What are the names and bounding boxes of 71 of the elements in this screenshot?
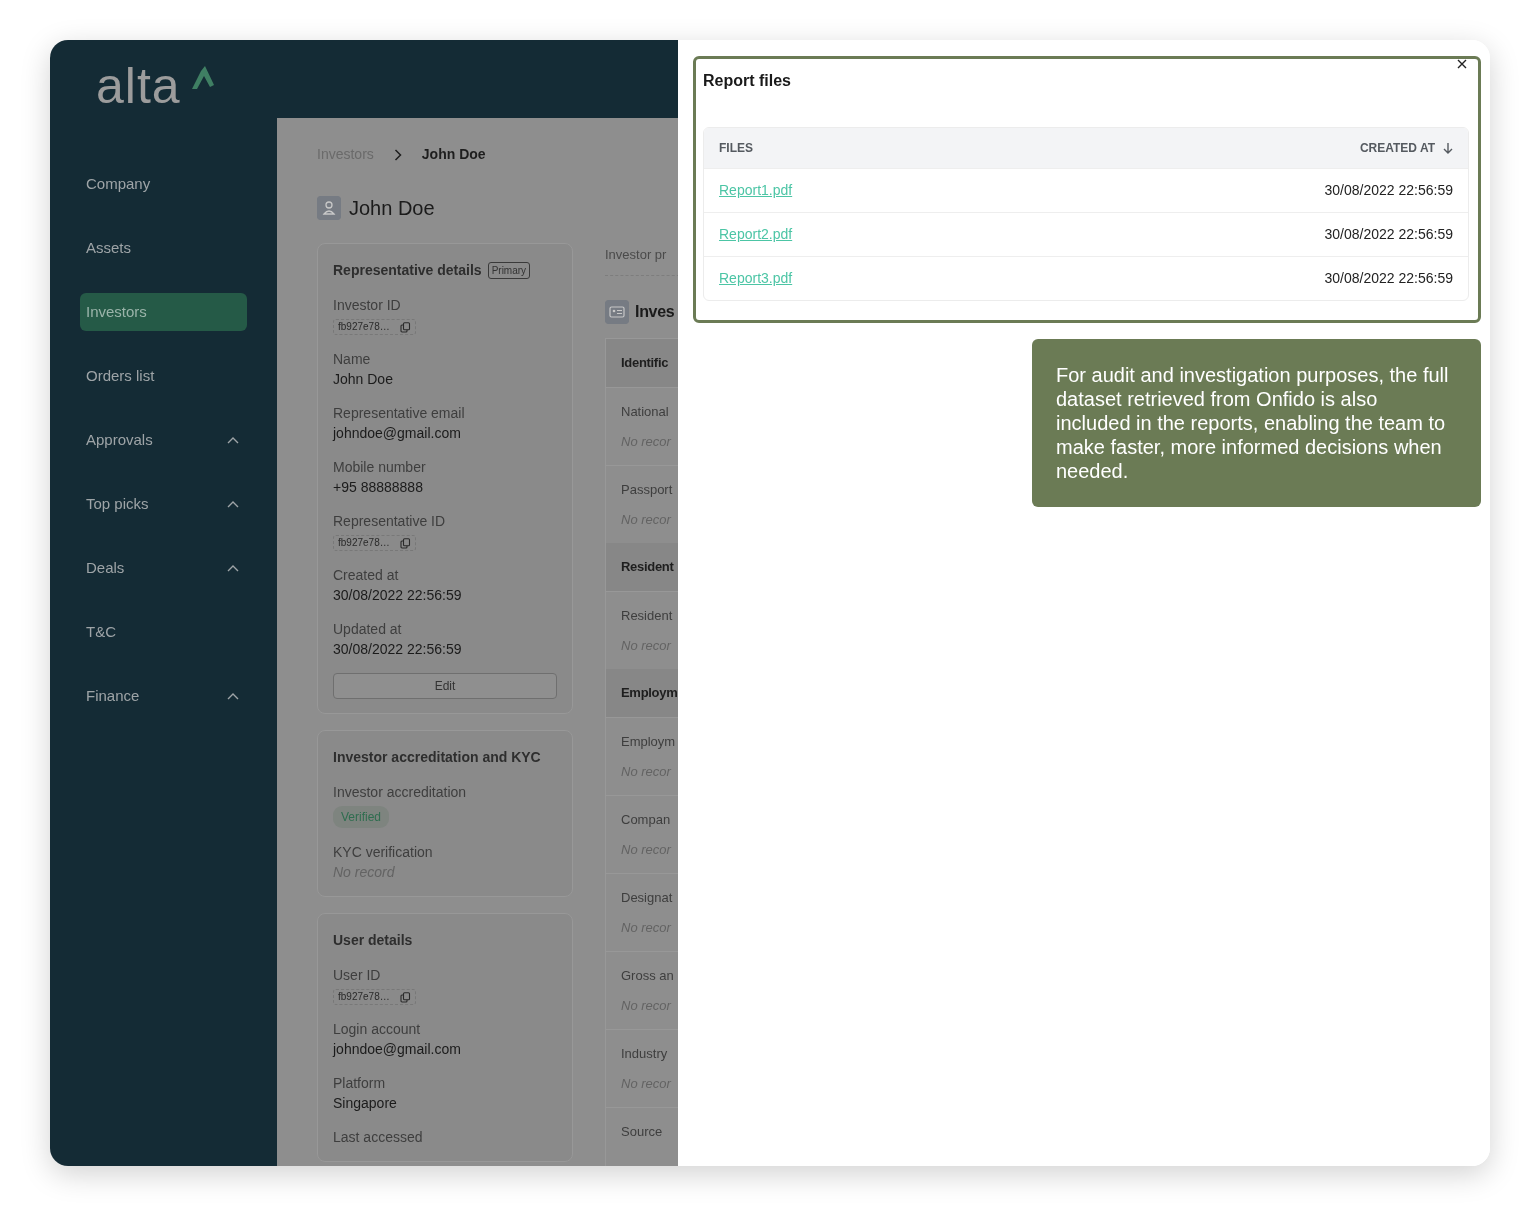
field-value: johndoe@gmail.com xyxy=(333,1041,461,1057)
field-label: Last accessed xyxy=(333,1128,424,1147)
field-label: Gross an xyxy=(621,966,675,985)
id-chip[interactable]: fb927e78… xyxy=(333,989,416,1005)
nav-item[interactable]: Deals xyxy=(80,549,247,587)
field-value: Singapore xyxy=(333,1095,397,1111)
field-value: +95 88888888 xyxy=(333,479,423,495)
chevron-up-icon xyxy=(227,692,239,700)
group-heading: Identific xyxy=(606,338,678,387)
column-header[interactable]: FILES xyxy=(719,139,753,157)
table-cell-text: 30/08/2022 22:56:59 xyxy=(1324,225,1453,244)
id-chip[interactable]: fb927e78… xyxy=(333,535,416,551)
field-label: Name xyxy=(333,350,372,369)
field-value: 30/08/2022 22:56:59 xyxy=(333,641,462,657)
callout-note: For audit and investigation purposes, the full dataset retrieved from Onfido is also included in the reports, enabling the team to make faster, more informed decisions when needed. xyxy=(1032,339,1481,507)
edit-button[interactable]: Edit xyxy=(333,673,557,699)
field-value: 30/08/2022 22:56:59 xyxy=(333,587,462,603)
field-value: johndoe@gmail.com xyxy=(333,425,461,441)
field-label: Investor ID xyxy=(333,296,402,315)
field-label: Login account xyxy=(333,1020,422,1039)
chevron-up-icon xyxy=(227,564,239,572)
nav-item[interactable]: T&C xyxy=(80,613,247,651)
nav-item[interactable]: Assets xyxy=(80,229,247,267)
chevron-up-icon xyxy=(227,500,239,508)
field-label: Industry xyxy=(621,1044,669,1063)
field-label: Compan xyxy=(621,810,672,829)
field-label: Resident xyxy=(621,606,674,625)
field-label: Representative email xyxy=(333,404,466,423)
field-label: Mobile number xyxy=(333,458,427,477)
section-title: Inves xyxy=(635,301,675,322)
sort-down-icon xyxy=(1443,142,1453,154)
nav-item[interactable]: Orders list xyxy=(80,357,247,395)
nav-item[interactable]: Company xyxy=(80,165,247,203)
logo-text: alta xyxy=(96,60,181,112)
field-label: Source xyxy=(621,1122,664,1141)
nav-item[interactable]: Approvals xyxy=(80,421,247,459)
page-title: John Doe xyxy=(349,196,435,221)
group-heading: Resident xyxy=(606,542,678,591)
field-label: Employm xyxy=(621,732,677,751)
nav-item[interactable]: Investors xyxy=(80,293,247,331)
field-label: Designat xyxy=(621,888,674,907)
field-label: Platform xyxy=(333,1074,387,1093)
nav-item[interactable]: Finance xyxy=(80,677,247,715)
card-title: Representative details xyxy=(333,261,482,280)
column-header[interactable]: CREATED AT xyxy=(1359,139,1453,157)
group-heading: Employm xyxy=(606,668,678,717)
id-chip[interactable]: fb927e78… xyxy=(333,319,416,335)
field-label: Representative ID xyxy=(333,512,447,531)
field-label: Investor accreditation xyxy=(333,783,468,802)
field-label: Updated at xyxy=(333,620,403,639)
chevron-right-icon xyxy=(393,148,402,161)
copy-icon[interactable] xyxy=(399,321,411,333)
field-label: User ID xyxy=(333,966,382,985)
status-tag: Verified xyxy=(333,806,390,828)
chevron-up-icon xyxy=(227,436,239,444)
card-title: User details xyxy=(333,931,413,950)
breadcrumb-current: John Doe xyxy=(421,145,486,164)
close-button[interactable] xyxy=(1456,58,1468,70)
primary-tag: Primary xyxy=(487,262,531,279)
card-title: Investor accreditation and KYC xyxy=(333,748,541,767)
table-cell-text: 30/08/2022 22:56:59 xyxy=(1324,181,1453,200)
panel-title: Report files xyxy=(703,71,792,91)
field-label: Passport xyxy=(621,480,674,499)
field-value: John Doe xyxy=(333,371,393,387)
field-label: KYC verification xyxy=(333,843,434,862)
field-label: National xyxy=(621,402,670,421)
table-cell-text: 30/08/2022 22:56:59 xyxy=(1324,269,1453,288)
copy-icon[interactable] xyxy=(399,537,411,549)
copy-icon[interactable] xyxy=(399,991,411,1003)
field-label: Created at xyxy=(333,566,400,585)
nav-item[interactable]: Top picks xyxy=(80,485,247,523)
